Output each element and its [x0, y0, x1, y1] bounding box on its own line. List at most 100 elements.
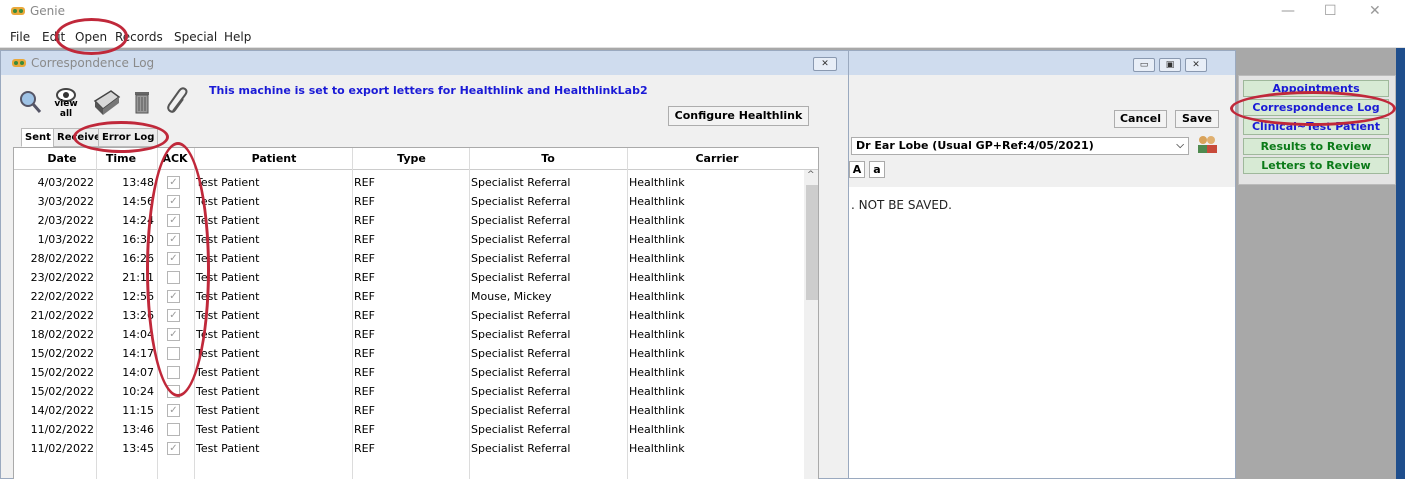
cell-to: Specialist Referral [471, 423, 571, 436]
chevron-up-icon[interactable]: ^ [807, 170, 815, 180]
cell-carrier: Healthlink [629, 252, 685, 265]
cell-date: 21/02/2022 [30, 309, 94, 322]
cell-to: Specialist Referral [471, 328, 571, 341]
annotation-circle-error-log-tab [73, 121, 169, 153]
cell-carrier: Healthlink [629, 366, 685, 379]
column-header-time[interactable]: Time [96, 152, 146, 165]
cell-patient: Test Patient [196, 309, 260, 322]
cell-patient: Test Patient [196, 290, 260, 303]
cell-to: Specialist Referral [471, 385, 571, 398]
cell-time: 13:48 [122, 176, 154, 189]
maximize-icon[interactable]: ☐ [1324, 3, 1337, 19]
table-row[interactable]: 4/03/2022 13:48 Test Patient REF Specialist … [14, 173, 804, 192]
cell-time: 14:04 [122, 328, 154, 341]
delete-button[interactable] [125, 83, 159, 119]
column-header-date[interactable]: Date [32, 152, 92, 165]
annotation-circle-ack-column [146, 142, 210, 397]
table-row[interactable]: 11/02/2022 13:46 Test Patient REF Specialist… [14, 420, 804, 439]
table-row[interactable]: 21/02/2022 13:26 Test Patient REF Specialist… [14, 306, 804, 325]
letters-to-review-button[interactable]: Letters to Review [1243, 157, 1389, 174]
app-title: Genie [30, 4, 66, 18]
cell-date: 14/02/2022 [30, 404, 94, 417]
cell-time: 13:26 [122, 309, 154, 322]
column-header-to[interactable]: To [469, 152, 627, 165]
column-header-patient[interactable]: Patient [194, 152, 354, 165]
ack-checkbox[interactable] [167, 423, 180, 436]
cell-type: REF [354, 252, 375, 265]
cell-carrier: Healthlink [629, 442, 685, 455]
ack-checkbox[interactable]: ✓ [167, 442, 180, 455]
table-row[interactable]: 22/02/2022 12:56 Test Patient REF Mouse, Mic… [14, 287, 804, 306]
cell-type: REF [354, 271, 375, 284]
search-button[interactable] [13, 83, 47, 119]
cell-to: Specialist Referral [471, 271, 571, 284]
cell-patient: Test Patient [196, 404, 260, 417]
cell-time: 14:24 [122, 214, 154, 227]
menu-special[interactable]: Special [174, 30, 217, 44]
view-all-button[interactable]: view all [49, 83, 83, 119]
results-to-review-button[interactable]: Results to Review [1243, 138, 1389, 155]
cell-date: 3/03/2022 [37, 195, 94, 208]
table-row[interactable]: 11/02/2022 13:45 Test Patient REF Specialist… [14, 439, 804, 458]
cell-date: 15/02/2022 [30, 385, 94, 398]
cancel-button[interactable]: Cancel [1114, 110, 1167, 128]
table-row[interactable]: 15/02/2022 10:24 Test Patient REF Specialist… [14, 382, 804, 401]
cell-carrier: Healthlink [629, 328, 685, 341]
column-header-type[interactable]: Type [354, 152, 469, 165]
cell-to: Specialist Referral [471, 195, 571, 208]
configure-healthlink-button[interactable]: Configure Healthlink [668, 106, 809, 126]
table-row[interactable]: 3/03/2022 14:56 Test Patient REF Specialist … [14, 192, 804, 211]
menu-help[interactable]: Help [224, 30, 251, 44]
chevron-down-icon: ⌵ [1176, 140, 1184, 151]
people-icon[interactable] [1195, 133, 1219, 155]
table-row[interactable]: 23/02/2022 21:11 Test Patient REF Specialist… [14, 268, 804, 287]
cell-patient: Test Patient [196, 328, 260, 341]
print-button[interactable] [89, 83, 123, 119]
export-message: This machine is set to export letters fo… [209, 84, 648, 97]
ack-checkbox[interactable]: ✓ [167, 404, 180, 417]
close-icon[interactable]: ✕ [813, 57, 837, 71]
minimize-icon[interactable]: — [1281, 3, 1295, 19]
correspondence-log-title: Correspondence Log [31, 56, 155, 70]
close-icon[interactable]: ✕ [1185, 58, 1207, 72]
restore-icon[interactable]: ▣ [1159, 58, 1181, 72]
save-button[interactable]: Save [1175, 110, 1219, 128]
annotation-circle-correspondence-log [1230, 91, 1396, 126]
scrollbar-thumb[interactable] [806, 185, 818, 300]
cell-type: REF [354, 233, 375, 246]
column-header-carrier[interactable]: Carrier [627, 152, 807, 165]
cell-carrier: Healthlink [629, 290, 685, 303]
attach-button[interactable] [161, 83, 195, 119]
table-scrollbar[interactable]: ^ [804, 170, 818, 479]
uppercase-button[interactable]: A [849, 161, 865, 178]
cell-type: REF [354, 404, 375, 417]
table-row[interactable]: 2/03/2022 14:24 Test Patient REF Specialist … [14, 211, 804, 230]
cell-to: Mouse, Mickey [471, 290, 552, 303]
cell-date: 11/02/2022 [30, 423, 94, 436]
menu-file[interactable]: File [10, 30, 30, 44]
close-icon[interactable]: ✕ [1369, 3, 1381, 19]
table-row[interactable]: 28/02/2022 16:26 Test Patient REF Specialist… [14, 249, 804, 268]
cell-patient: Test Patient [196, 385, 260, 398]
table-row[interactable]: 14/02/2022 11:15 Test Patient REF Specialist… [14, 401, 804, 420]
tab-sent[interactable]: Sent [21, 128, 55, 147]
clinical-toolbar: Cancel Save Dr Ear Lobe (Usual GP+Ref:4/… [839, 75, 1235, 187]
clinical-window: ▭ ▣ ✕ Cancel Save Dr Ear Lobe (Usual GP+… [838, 50, 1236, 479]
cell-carrier: Healthlink [629, 385, 685, 398]
table-row[interactable]: 18/02/2022 14:04 Test Patient REF Specialist… [14, 325, 804, 344]
correspondence-log-window: Correspondence Log ✕ view all This machi… [0, 50, 849, 479]
table-row[interactable]: 15/02/2022 14:07 Test Patient REF Specialist… [14, 363, 804, 382]
cell-carrier: Healthlink [629, 271, 685, 284]
doctor-select[interactable]: Dr Ear Lobe (Usual GP+Ref:4/05/2021) ⌵ [851, 137, 1189, 155]
cell-time: 13:46 [122, 423, 154, 436]
cell-patient: Test Patient [196, 347, 260, 360]
app-title-bar: Genie — ☐ ✕ [0, 0, 1405, 26]
cell-date: 2/03/2022 [37, 214, 94, 227]
table-row[interactable]: 15/02/2022 14:17 Test Patient REF Specialist… [14, 344, 804, 363]
table-row[interactable]: 1/03/2022 16:30 Test Patient REF Specialist … [14, 230, 804, 249]
cell-type: REF [354, 309, 375, 322]
minimize-icon[interactable]: ▭ [1133, 58, 1155, 72]
cell-to: Specialist Referral [471, 233, 571, 246]
lowercase-button[interactable]: a [869, 161, 885, 178]
cell-patient: Test Patient [196, 195, 260, 208]
